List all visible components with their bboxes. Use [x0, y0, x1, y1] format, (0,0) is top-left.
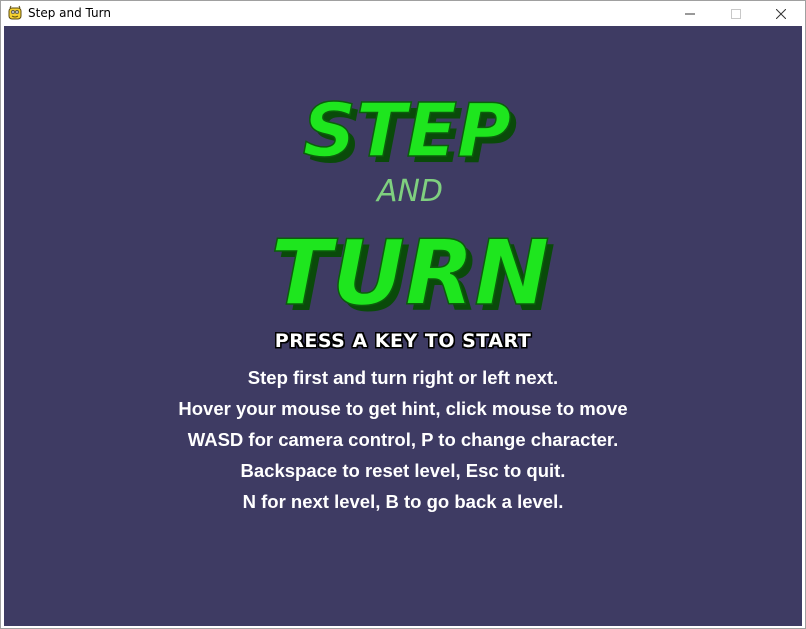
app-window: Step and Turn STEP STEP AND TURN TURN PR…	[0, 0, 806, 629]
instruction-line: N for next level, B to go back a level.	[242, 491, 564, 512]
pygame-snake-icon	[8, 5, 22, 20]
instruction-line: WASD for camera control, P to change cha…	[187, 429, 619, 450]
minimize-button[interactable]	[667, 1, 713, 26]
game-canvas[interactable]: STEP STEP AND TURN TURN PRESS A KEY TO S…	[4, 26, 802, 626]
game-logo: STEP STEP AND TURN TURN	[270, 87, 556, 326]
close-button[interactable]	[758, 1, 804, 26]
logo-step: STEP STEP	[302, 87, 517, 180]
instructions-list: Step first and turn right or left next. …	[4, 362, 802, 517]
logo-step-text: STEP	[303, 88, 512, 174]
press-key-prompt: PRESS A KEY TO START	[274, 330, 532, 352]
instruction-line: Step first and turn right or left next.	[247, 367, 559, 388]
close-icon	[776, 8, 786, 19]
instruction-line: Hover your mouse to get hint, click mous…	[178, 398, 628, 419]
logo-and-text: AND	[375, 174, 443, 209]
instruction-line: Backspace to reset level, Esc to quit.	[240, 460, 566, 481]
maximize-button[interactable]	[713, 1, 759, 26]
maximize-icon	[731, 8, 741, 19]
minimize-icon	[685, 13, 695, 14]
title-bar[interactable]: Step and Turn	[1, 1, 805, 26]
logo-turn-text: TURN	[270, 221, 549, 326]
window-title: Step and Turn	[28, 6, 111, 20]
logo-turn: TURN TURN	[270, 220, 556, 326]
